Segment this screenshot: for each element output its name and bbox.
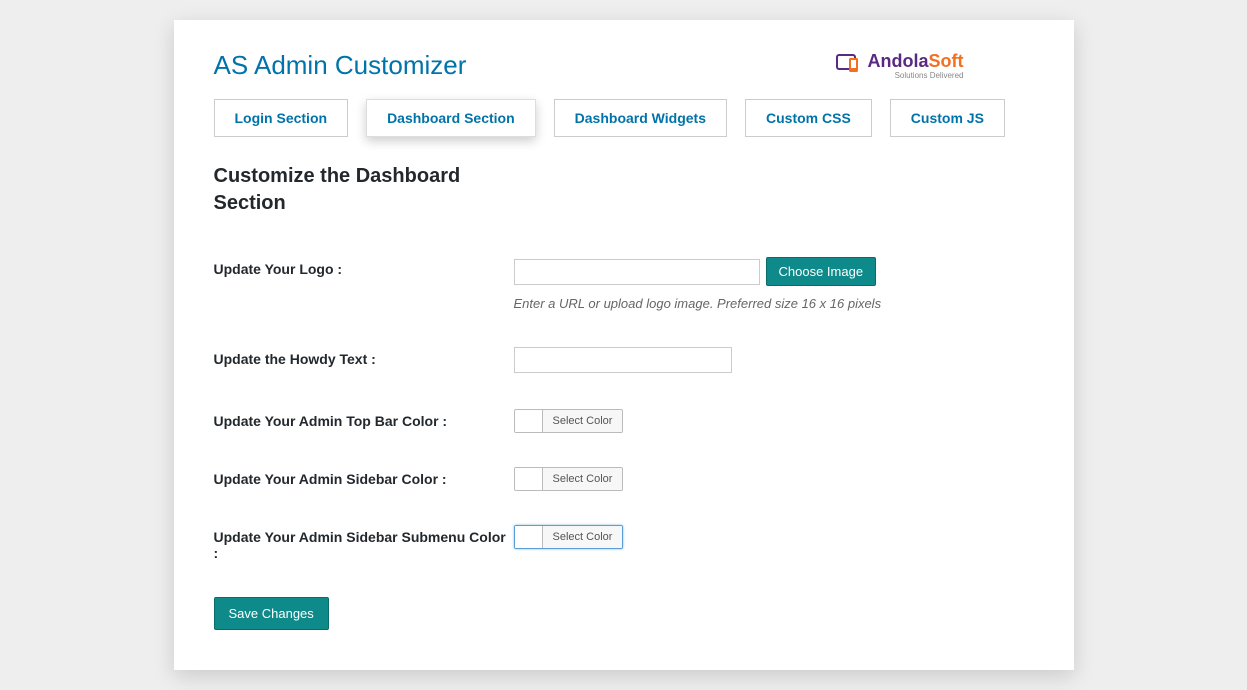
row-topbar-color: Update Your Admin Top Bar Color : Select… (214, 409, 1034, 437)
brand-logo: AndolaSoft Solutions Delivered (836, 52, 964, 80)
tab-custom-js[interactable]: Custom JS (890, 99, 1005, 137)
row-sidebar-color: Update Your Admin Sidebar Color : Select… (214, 467, 1034, 495)
color-picker-submenu[interactable]: Select Color (514, 525, 624, 549)
label-topbar-color: Update Your Admin Top Bar Color : (214, 409, 514, 429)
tab-custom-css[interactable]: Custom CSS (745, 99, 872, 137)
select-color-button-sidebar[interactable]: Select Color (543, 468, 623, 490)
brand-tagline: Solutions Delivered (895, 72, 964, 80)
input-logo-url[interactable] (514, 259, 760, 285)
color-swatch-sidebar (515, 468, 543, 490)
tab-dashboard-widgets[interactable]: Dashboard Widgets (554, 99, 727, 137)
input-howdy-text[interactable] (514, 347, 732, 373)
brand-text: AndolaSoft Solutions Delivered (868, 52, 964, 80)
tab-login-section[interactable]: Login Section (214, 99, 349, 137)
row-howdy-text: Update the Howdy Text : (214, 347, 1034, 373)
brand-name-a: Andola (868, 51, 929, 71)
save-changes-button[interactable]: Save Changes (214, 597, 329, 630)
section-title: Customize the Dashboard Section (214, 163, 474, 217)
tab-dashboard-section[interactable]: Dashboard Section (366, 99, 536, 137)
color-swatch-topbar (515, 410, 543, 432)
settings-panel: AS Admin Customizer AndolaSoft Solutions… (174, 20, 1074, 670)
save-row: Save Changes (214, 597, 1034, 630)
brand-name-b: Soft (929, 51, 964, 71)
panel-header: AS Admin Customizer AndolaSoft Solutions… (214, 50, 1034, 81)
panel-title: AS Admin Customizer (214, 50, 467, 81)
color-swatch-submenu (515, 526, 543, 548)
brand-logo-icon (836, 53, 862, 78)
label-sidebar-color: Update Your Admin Sidebar Color : (214, 467, 514, 487)
choose-image-button[interactable]: Choose Image (766, 257, 877, 286)
row-update-logo: Update Your Logo : Choose Image Enter a … (214, 257, 1034, 311)
select-color-button-topbar[interactable]: Select Color (543, 410, 623, 432)
color-picker-topbar[interactable]: Select Color (514, 409, 624, 433)
row-submenu-color: Update Your Admin Sidebar Submenu Color … (214, 525, 1034, 561)
label-update-logo: Update Your Logo : (214, 257, 514, 277)
label-submenu-color: Update Your Admin Sidebar Submenu Color … (214, 525, 514, 561)
color-picker-sidebar[interactable]: Select Color (514, 467, 624, 491)
help-text-logo: Enter a URL or upload logo image. Prefer… (514, 296, 1034, 311)
select-color-button-submenu[interactable]: Select Color (543, 526, 623, 548)
label-howdy-text: Update the Howdy Text : (214, 347, 514, 367)
tab-bar: Login Section Dashboard Section Dashboar… (214, 99, 1034, 137)
